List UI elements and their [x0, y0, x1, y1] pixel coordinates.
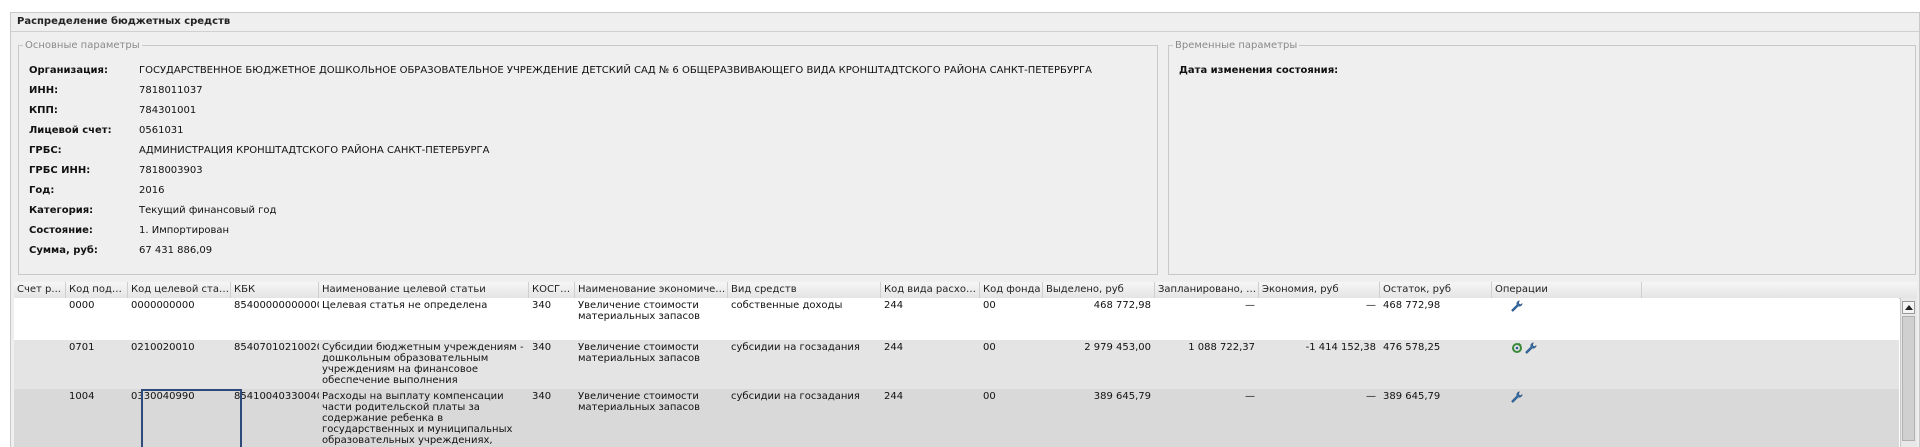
refresh-icon[interactable] — [1511, 342, 1523, 354]
wrench-icon[interactable] — [1525, 342, 1537, 354]
cell-vydel[interactable]: 468 772,98 — [1043, 300, 1155, 311]
param-value: 1. Импортирован — [139, 225, 230, 236]
cell-ostatok[interactable]: 389 645,79 — [1380, 391, 1492, 402]
cell-podr[interactable]: 1004 — [66, 391, 128, 402]
wrench-icon[interactable] — [1511, 391, 1523, 403]
main-params-fieldset: Основные параметры Организация: ГОСУДАРСТ… — [18, 40, 1158, 275]
cell-econ[interactable]: Увеличение стоимости материальных запасо… — [575, 391, 728, 446]
param-label: Организация: — [29, 65, 108, 76]
column-header[interactable]: Экономия, руб — [1259, 282, 1380, 298]
cell-kvr[interactable]: 244 — [881, 300, 980, 311]
cell-econom[interactable]: — — [1259, 300, 1380, 311]
cell-kvr[interactable]: 244 — [881, 391, 980, 402]
param-value: 784301001 — [139, 105, 197, 116]
param-value: Текущий финансовый год — [139, 205, 277, 216]
cell-kosgu[interactable]: 340 — [529, 391, 575, 402]
cell-fond[interactable]: 00 — [980, 342, 1043, 353]
title-divider — [11, 31, 1919, 32]
vertical-scrollbar[interactable] — [1900, 298, 1917, 447]
cell-kosgu[interactable]: 340 — [529, 300, 575, 311]
column-header[interactable]: Код целевой статьи — [128, 282, 231, 298]
cell-econ[interactable]: Увеличение стоимости материальных запасо… — [575, 300, 728, 339]
param-value: АДМИНИСТРАЦИЯ КРОНШТАДТСКОГО РАЙОНА САНК… — [139, 145, 490, 156]
column-header[interactable]: Код вида расходов — [881, 282, 980, 298]
table-row[interactable]: 0701021002001085407010210020...Субсидии … — [14, 340, 1899, 390]
cell-vid[interactable]: собственные доходы — [728, 300, 881, 311]
operations-cell — [1511, 342, 1537, 354]
column-header[interactable]: Выделено, руб — [1043, 282, 1155, 298]
cell-zapl[interactable]: 1 088 722,37 — [1155, 342, 1259, 353]
temp-params-fieldset: Временные параметры Дата изменения состо… — [1168, 40, 1916, 275]
panel-title: Распределение бюджетных средств — [17, 16, 231, 27]
temp-params-legend: Временные параметры — [1175, 40, 1298, 51]
cell-vid[interactable]: субсидии на госзадания — [728, 342, 881, 353]
table-row[interactable]: 1004033004099085410040330040...Расходы н… — [14, 389, 1899, 447]
state-change-date-value: - — [1331, 65, 1335, 76]
column-header[interactable]: Наименование целевой статьи — [319, 282, 529, 298]
cell-cs[interactable]: 0000000000 — [128, 300, 231, 311]
cell-kbk[interactable]: 85407010210020... — [231, 342, 319, 353]
column-header[interactable]: Наименование экономической ... — [575, 282, 728, 298]
param-value: 2016 — [139, 185, 165, 196]
column-header[interactable]: Код фонда — [980, 282, 1043, 298]
param-value: 0561031 — [139, 125, 184, 136]
cell-econom[interactable]: — — [1259, 391, 1380, 402]
param-label: ГРБС ИНН: — [29, 165, 91, 176]
param-label: ГРБС: — [29, 145, 62, 156]
param-value: 67 431 886,09 — [139, 245, 213, 256]
cell-vydel[interactable]: 389 645,79 — [1043, 391, 1155, 402]
state-change-date-label: Дата изменения состояния: — [1179, 65, 1339, 76]
grid-header: Счет р... Код подра... Код целевой статьи К… — [14, 282, 1917, 299]
column-header[interactable]: Вид средств — [728, 282, 881, 298]
operations-cell — [1511, 391, 1523, 403]
table-row[interactable]: 0000000000000085400000000000...Целевая с… — [14, 298, 1899, 341]
param-label: Состояние: — [29, 225, 93, 236]
cell-name[interactable]: Целевая статья не определена — [319, 300, 529, 339]
column-header[interactable]: КОСГУ... — [529, 282, 575, 298]
column-header[interactable]: Остаток, руб — [1380, 282, 1492, 298]
cell-kbk[interactable]: 85410040330040... — [231, 391, 319, 402]
cell-podr[interactable]: 0701 — [66, 342, 128, 353]
param-label: Лицевой счет: — [29, 125, 112, 136]
cell-fond[interactable]: 00 — [980, 300, 1043, 311]
operations-cell — [1511, 300, 1523, 312]
column-header[interactable]: Счет р... — [14, 282, 66, 298]
cell-econ[interactable]: Увеличение стоимости материальных запасо… — [575, 342, 728, 388]
scroll-thumb[interactable] — [1902, 316, 1915, 441]
main-params-legend: Основные параметры — [25, 40, 140, 51]
param-value: ГОСУДАРСТВЕННОЕ БЮДЖЕТНОЕ ДОШКОЛЬНОЕ ОБР… — [139, 65, 1092, 76]
cell-kbk[interactable]: 85400000000000... — [231, 300, 319, 311]
param-label: Категория: — [29, 205, 94, 216]
cell-name[interactable]: Субсидии бюджетным учреждениям - дошколь… — [319, 342, 529, 388]
cell-kosgu[interactable]: 340 — [529, 342, 575, 353]
selected-cell-outline — [141, 389, 242, 447]
column-header[interactable]: КБК — [231, 282, 319, 298]
cell-ostatok[interactable]: 468 772,98 — [1380, 300, 1492, 311]
cell-zapl[interactable]: — — [1155, 391, 1259, 402]
param-label: Сумма, руб: — [29, 245, 98, 256]
wrench-icon[interactable] — [1511, 300, 1523, 312]
param-value: 7818011037 — [139, 85, 203, 96]
param-value: 7818003903 — [139, 165, 203, 176]
scroll-up-button[interactable] — [1902, 301, 1915, 314]
cell-cs[interactable]: 0210020010 — [128, 342, 231, 353]
column-header[interactable]: Код подра... — [66, 282, 128, 298]
param-label: КПП: — [29, 105, 58, 116]
param-label: Год: — [29, 185, 55, 196]
cell-zapl[interactable]: — — [1155, 300, 1259, 311]
cell-vid[interactable]: субсидии на госзадания — [728, 391, 881, 402]
column-header[interactable]: Операции — [1492, 282, 1642, 298]
cell-fond[interactable]: 00 — [980, 391, 1043, 402]
column-header[interactable]: Запланировано, руб — [1155, 282, 1259, 298]
cell-econom[interactable]: -1 414 152,38 — [1259, 342, 1380, 353]
param-label: ИНН: — [29, 85, 59, 96]
cell-name[interactable]: Расходы на выплату компенсации части род… — [319, 391, 529, 446]
cell-kvr[interactable]: 244 — [881, 342, 980, 353]
budget-grid: Счет р... Код подра... Код целевой статьи К… — [14, 282, 1917, 447]
cell-vydel[interactable]: 2 979 453,00 — [1043, 342, 1155, 353]
cell-podr[interactable]: 0000 — [66, 300, 128, 311]
budget-distribution-panel: Распределение бюджетных средств Основные… — [10, 12, 1920, 447]
cell-ostatok[interactable]: 476 578,25 — [1380, 342, 1492, 353]
